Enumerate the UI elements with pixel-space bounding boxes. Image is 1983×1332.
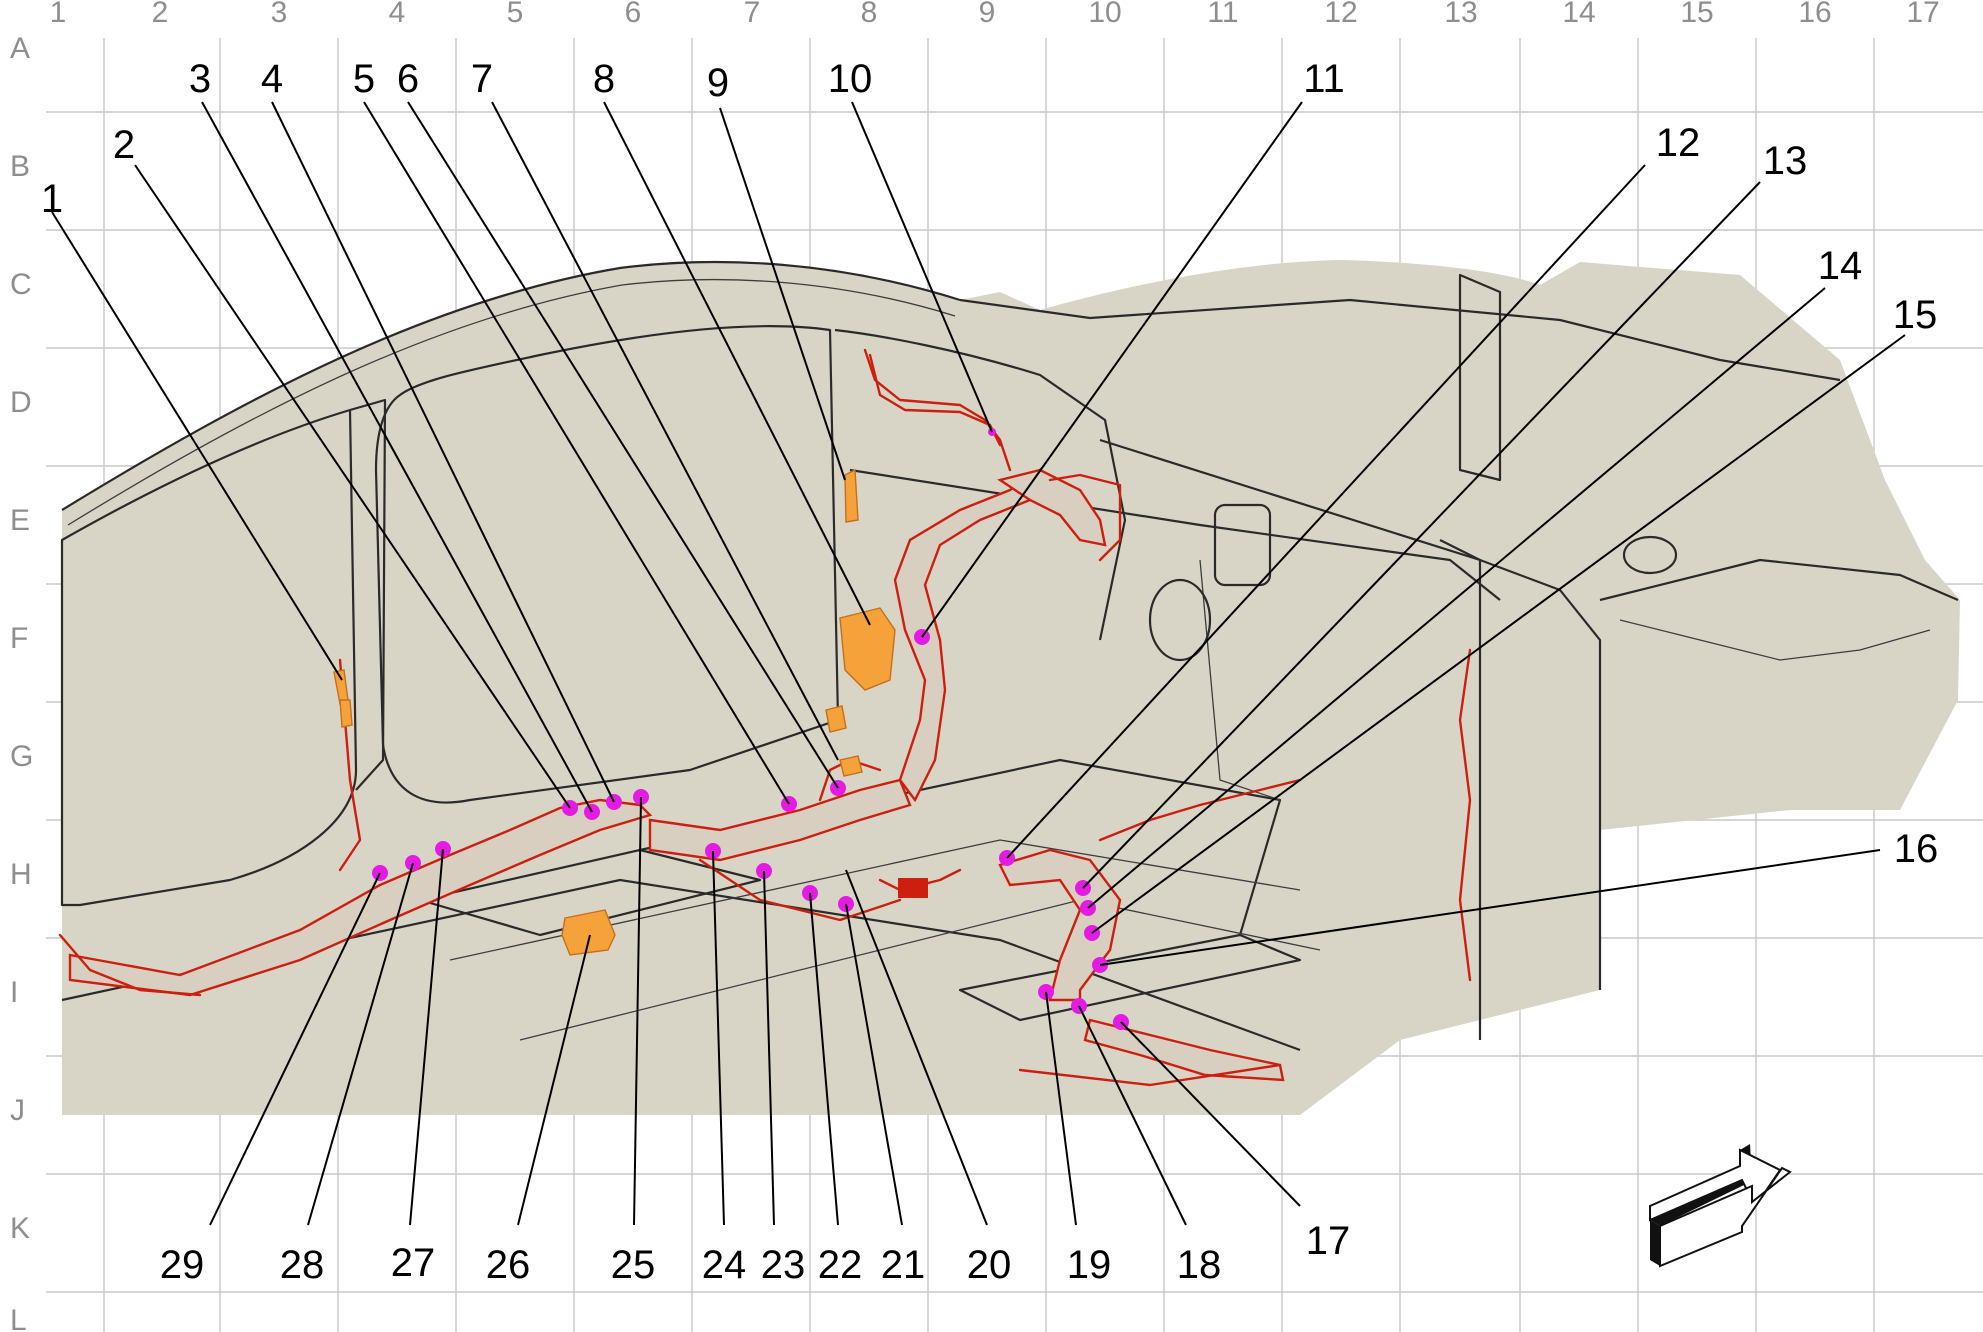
- grid-col-label: 3: [271, 0, 288, 29]
- grid-col-label: 16: [1798, 0, 1831, 29]
- grid-row-label: J: [10, 1094, 25, 1127]
- callout-16: 16: [1894, 827, 1939, 871]
- callout-15: 15: [1893, 293, 1938, 337]
- callout-18: 18: [1177, 1243, 1222, 1287]
- grid-col-label: 14: [1562, 0, 1595, 29]
- grid-col-label: 13: [1444, 0, 1477, 29]
- bracket-ip-clip: [839, 755, 863, 777]
- callout-25: 25: [611, 1243, 656, 1287]
- callout-7: 7: [471, 57, 493, 101]
- callout-24: 24: [702, 1243, 747, 1287]
- bracket-floor: [561, 909, 616, 956]
- grid-col-label: 12: [1324, 0, 1357, 29]
- grid-col-label: 17: [1906, 0, 1939, 29]
- callout-1: 1: [41, 177, 63, 221]
- grid-col-label: 10: [1088, 0, 1121, 29]
- grid-col-label: 1: [50, 0, 67, 29]
- grid-col-label: 6: [625, 0, 642, 29]
- callout-26: 26: [486, 1243, 531, 1287]
- bracket-a-pillar-upper: [844, 468, 859, 523]
- grid-row-label: I: [10, 976, 18, 1009]
- callout-13: 13: [1763, 139, 1808, 183]
- grid-row-label: F: [10, 622, 28, 655]
- callout-20: 20: [967, 1243, 1012, 1287]
- grid-col-label: 2: [152, 0, 169, 29]
- callout-14: 14: [1818, 244, 1863, 288]
- callout-11: 11: [1303, 57, 1345, 101]
- callout-10: 10: [828, 57, 873, 101]
- grid-col-label: 4: [389, 0, 406, 29]
- callout-22: 22: [818, 1243, 863, 1287]
- front-direction-arrow-icon: [1649, 1144, 1792, 1268]
- callout-6: 6: [397, 57, 419, 101]
- grid-col-label: 5: [507, 0, 524, 29]
- grid-row-label: A: [10, 32, 30, 65]
- grid-row-labels: A B C D E F G H I J K L: [10, 32, 33, 1332]
- callout-23: 23: [761, 1243, 806, 1287]
- harness-routing-diagram: 1 2 3 4 5 6 7 8 9 10 11 12 13 14 15 16 1…: [10, 0, 1983, 1332]
- callout-17: 17: [1306, 1219, 1351, 1263]
- callout-19: 19: [1067, 1243, 1112, 1287]
- callout-8: 8: [593, 57, 615, 101]
- grid-row-label: K: [10, 1212, 30, 1245]
- grid-col-label: 8: [861, 0, 878, 29]
- grid-column-labels: 1 2 3 4 5 6 7 8 9 10 11 12 13 14 15 16 1…: [50, 0, 1940, 29]
- grid-row-label: C: [10, 268, 32, 301]
- callout-4: 4: [261, 57, 283, 101]
- grid-row-label: L: [10, 1304, 27, 1332]
- grid-row-label: E: [10, 504, 30, 537]
- grid-row-label: H: [10, 858, 32, 891]
- callout-12: 12: [1656, 121, 1701, 165]
- callout-29: 29: [160, 1243, 205, 1287]
- grid-col-label: 15: [1680, 0, 1713, 29]
- callout-21: 21: [881, 1243, 926, 1287]
- callout-2: 2: [113, 123, 135, 167]
- grid-col-label: 7: [744, 0, 761, 29]
- bracket-ip-small: [825, 705, 847, 733]
- grid-row-label: G: [10, 740, 33, 773]
- grid-col-label: 11: [1207, 0, 1238, 29]
- callout-5: 5: [353, 57, 375, 101]
- callout-28: 28: [280, 1243, 325, 1287]
- harness-module-box: [898, 878, 928, 898]
- callout-9: 9: [707, 61, 729, 105]
- callout-27: 27: [391, 1241, 436, 1285]
- grid-row-label: D: [10, 386, 32, 419]
- grid-col-label: 9: [979, 0, 996, 29]
- grid-row-label: B: [10, 150, 30, 183]
- bracket-pillar: [339, 699, 353, 728]
- callout-3: 3: [189, 57, 211, 101]
